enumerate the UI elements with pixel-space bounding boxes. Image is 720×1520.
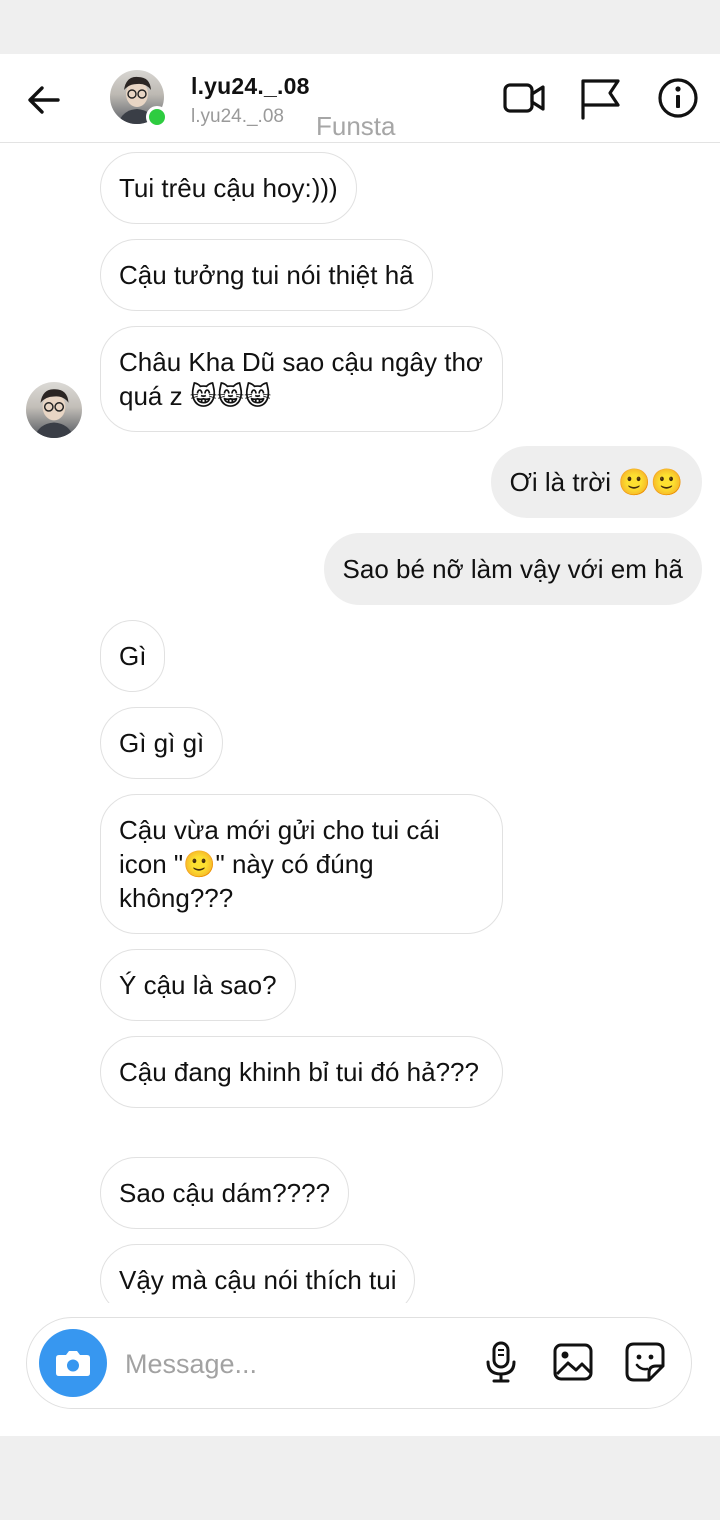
message-bubble-sent[interactable]: Ơi là trời 🙂🙂 [490,446,702,518]
message-composer [26,1317,692,1409]
message-bubble-received[interactable]: Vậy mà cậu nói thích tui [100,1244,416,1303]
message-thread[interactable]: Tui trêu cậu hoy:))) Cậu tưởng tui nói t… [0,143,720,1303]
message-bubble-received[interactable]: Cậu tưởng tui nói thiệt hã [100,239,433,311]
sender-avatar[interactable] [26,382,82,438]
contact-username[interactable]: l.yu24._.08 [191,73,310,100]
contact-avatar[interactable] [110,70,168,128]
message-bubble-sent[interactable]: Sao bé nỡ làm vậy với em hã [323,533,702,605]
chat-header: l.yu24._.08 l.yu24._.08 Funsta [0,54,720,143]
account-tag: Funsta [316,111,396,141]
message-bubble-received[interactable]: Gì [100,620,166,692]
back-arrow-icon[interactable] [22,78,66,122]
message-bubble-received[interactable]: Gì gì gì [100,707,224,779]
camera-button[interactable] [39,1329,107,1397]
message-bubble-received[interactable]: Cậu đang khinh bỉ tui đó hả??? [100,1036,503,1108]
online-status-dot [146,106,168,128]
contact-subtitle: l.yu24._.08 [191,106,284,127]
camera-icon [56,1351,90,1376]
gallery-icon[interactable] [551,1340,595,1384]
microphone-icon[interactable] [479,1340,523,1384]
sticker-icon[interactable] [623,1340,667,1384]
message-bubble-received[interactable]: Sao cậu dám???? [100,1157,350,1229]
message-input[interactable] [123,1342,467,1386]
flag-icon[interactable] [578,76,622,120]
message-bubble-received[interactable]: Ý cậu là sao? [100,949,296,1021]
message-bubble-received[interactable]: Cậu vừa mới gửi cho tui cái icon "🙂" này… [100,794,503,934]
chat-screen: l.yu24._.08 l.yu24._.08 Funsta Tui trêu … [0,54,720,1436]
message-bubble-received[interactable]: Châu Kha Dũ sao cậu ngây thơ quá z 😸😸😸 [100,326,503,432]
video-call-icon[interactable] [502,76,546,120]
message-bubble-received[interactable]: Tui trêu cậu hoy:))) [100,152,357,224]
info-icon[interactable] [656,76,700,120]
